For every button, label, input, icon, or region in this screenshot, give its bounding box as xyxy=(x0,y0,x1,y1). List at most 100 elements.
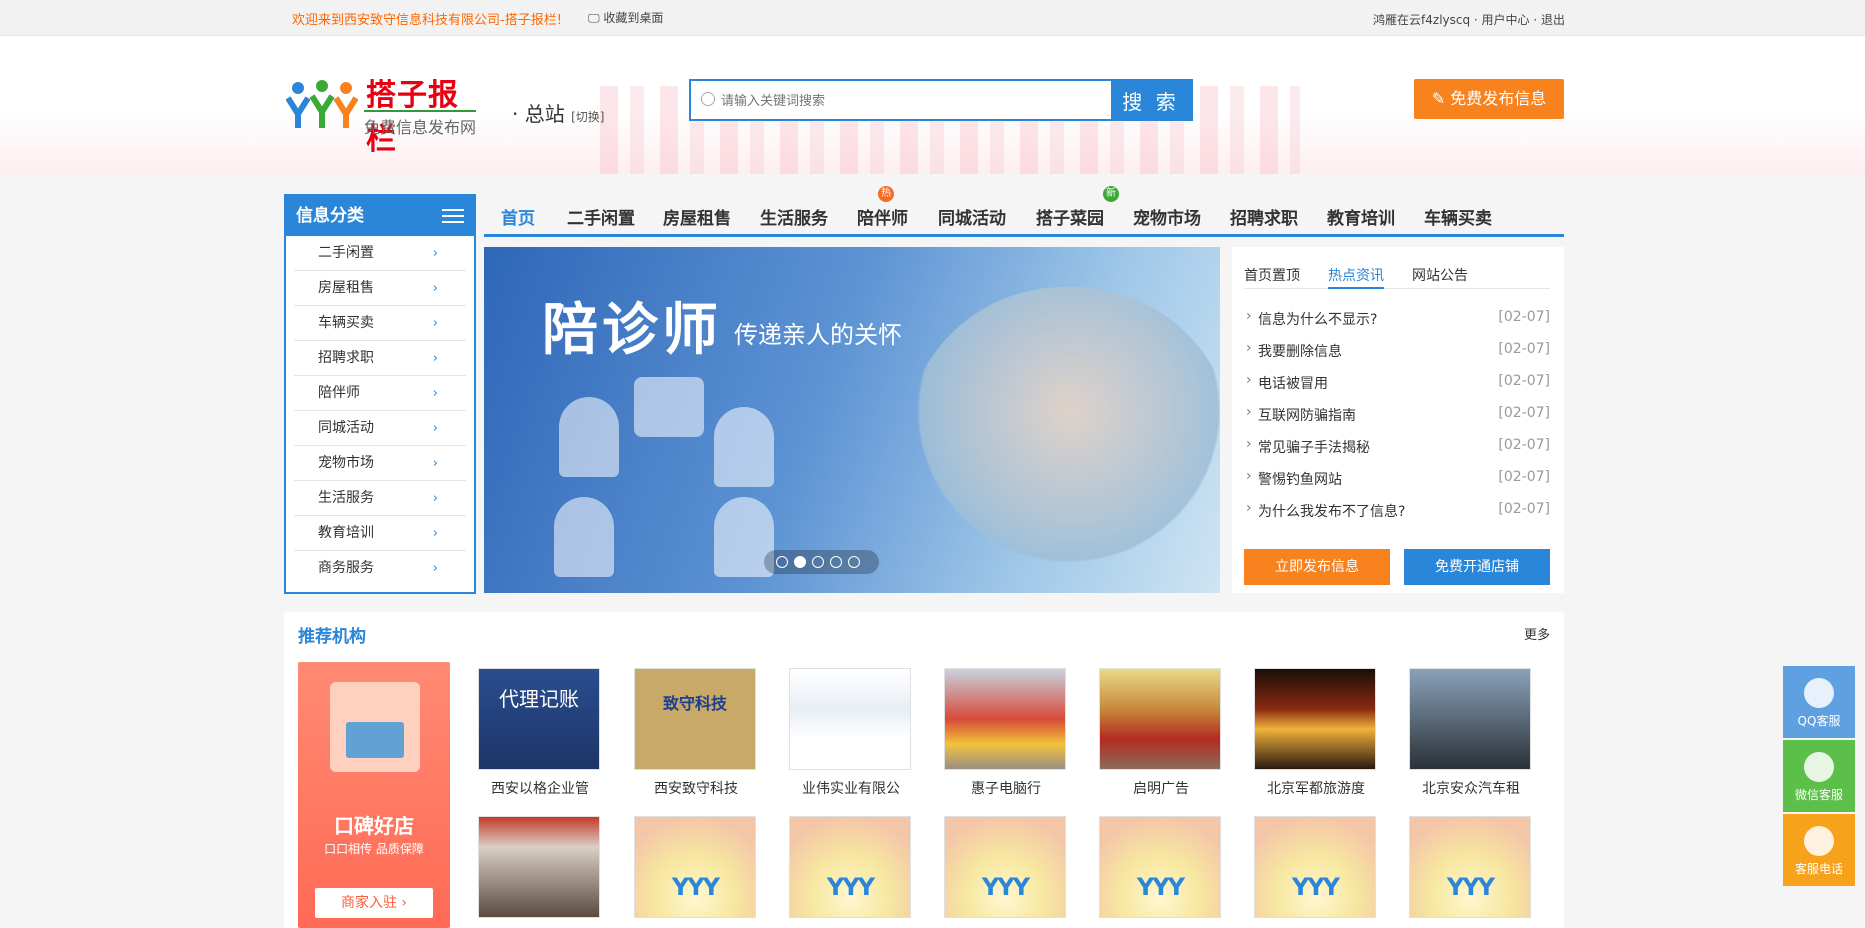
news-item[interactable]: 为什么我发布不了信息? [02-07] xyxy=(1244,500,1550,533)
org-card[interactable] xyxy=(789,816,913,918)
top-bar: 欢迎来到西安致守信息科技有限公司-搭子报栏! 🖵 收藏到桌面 鸿雁在云f4zly… xyxy=(0,0,1865,36)
nav-housing[interactable]: 房屋租售 xyxy=(663,204,731,229)
org-image xyxy=(1409,668,1531,770)
carousel-dot[interactable] xyxy=(776,556,788,568)
nav-vehicles[interactable]: 车辆买卖 xyxy=(1424,204,1492,229)
promo-card: 口碑好店 口口相传 品质保障 商家入驻 › xyxy=(298,662,450,928)
org-card[interactable]: 致守科技 西安致守科技 xyxy=(634,668,758,798)
news-date: [02-07] xyxy=(1498,501,1550,517)
nav-secondhand[interactable]: 二手闲置 xyxy=(567,204,635,229)
open-shop-button[interactable]: 免费开通店铺 xyxy=(1404,549,1550,585)
add-to-desktop-link[interactable]: 🖵 收藏到桌面 xyxy=(588,9,663,26)
org-card[interactable]: 代理记账 西安以格企业管 xyxy=(478,668,602,798)
nav-companion-label: 陪伴师 xyxy=(857,209,908,229)
org-card[interactable] xyxy=(1409,816,1533,918)
free-publish-button[interactable]: ✎ 免费发布信息 xyxy=(1414,79,1564,119)
more-link[interactable]: 更多 xyxy=(1524,624,1550,643)
carousel-dots xyxy=(764,550,879,574)
banner-tagline: 传递亲人的关怀 xyxy=(734,321,902,349)
category-item-label: 商务服务 xyxy=(318,560,374,576)
category-item[interactable]: 生活服务 › xyxy=(294,481,466,516)
user-links[interactable]: 鸿雁在云f4zlyscq · 用户中心 · 退出 xyxy=(1373,11,1565,28)
nav-pet-market[interactable]: 宠物市场 xyxy=(1133,204,1201,229)
org-name: 业伟实业有限公 xyxy=(802,781,900,797)
recommended-section: 推荐机构 更多 口碑好店 口口相传 品质保障 商家入驻 › 代理记账 西安以格企… xyxy=(284,612,1564,928)
banner-illustration xyxy=(554,497,614,577)
tab-hot-news[interactable]: 热点资讯 xyxy=(1328,265,1384,289)
category-item[interactable]: 陪伴师 › xyxy=(294,376,466,411)
news-title: 互联网防骗指南 xyxy=(1258,408,1356,424)
news-date: [02-07] xyxy=(1498,309,1550,325)
news-item[interactable]: 我要删除信息 [02-07] xyxy=(1244,340,1550,373)
placeholder-logo-image xyxy=(1099,816,1221,918)
nav-education[interactable]: 教育培训 xyxy=(1327,204,1395,229)
main-nav: 首页 二手闲置 房屋租售 生活服务 陪伴师 热 同城活动 搭子菜园 新 宠物市场 招… xyxy=(484,186,1564,237)
category-list: 二手闲置 › 房屋租售 › 车辆买卖 › 招聘求职 › 陪伴师 › 同城活动 › 宠物市场 ›… xyxy=(286,236,474,586)
chevron-right-icon: › xyxy=(432,281,438,296)
news-item[interactable]: 互联网防骗指南 [02-07] xyxy=(1244,404,1550,437)
carousel-dot[interactable] xyxy=(848,556,860,568)
publish-now-button[interactable]: 立即发布信息 xyxy=(1244,549,1390,585)
news-item[interactable]: 电话被冒用 [02-07] xyxy=(1244,372,1550,405)
nav-home[interactable]: 首页 xyxy=(501,204,535,229)
people-logo-icon xyxy=(286,80,358,128)
chevron-right-icon: › xyxy=(432,491,438,506)
news-item[interactable]: 信息为什么不显示? [02-07] xyxy=(1244,308,1550,341)
org-card[interactable] xyxy=(1254,816,1378,918)
hero-banner[interactable]: 陪诊师 传递亲人的关怀 xyxy=(484,247,1220,593)
search-input[interactable] xyxy=(721,81,1101,119)
org-card[interactable]: 北京安众汽车租 xyxy=(1409,668,1533,798)
category-item[interactable]: 招聘求职 › xyxy=(294,341,466,376)
category-item[interactable]: 二手闲置 › xyxy=(294,236,466,271)
category-item[interactable]: 房屋租售 › xyxy=(294,271,466,306)
org-image xyxy=(1254,668,1376,770)
placeholder-logo-image xyxy=(634,816,756,918)
nav-local-events[interactable]: 同城活动 xyxy=(938,204,1006,229)
org-card[interactable]: 惠子电脑行 xyxy=(944,668,1068,798)
news-item[interactable]: 常见骗子手法揭秘 [02-07] xyxy=(1244,436,1550,469)
nav-companion[interactable]: 陪伴师 热 xyxy=(857,186,908,229)
carousel-dot[interactable] xyxy=(812,556,824,568)
nav-life-service[interactable]: 生活服务 xyxy=(760,204,828,229)
tab-announcements[interactable]: 网站公告 xyxy=(1412,265,1468,289)
org-name: 惠子电脑行 xyxy=(971,781,1041,797)
tab-top-pinned[interactable]: 首页置顶 xyxy=(1244,265,1300,289)
news-item[interactable]: 警惕钓鱼网站 [02-07] xyxy=(1244,468,1550,501)
category-item[interactable]: 教育培训 › xyxy=(294,516,466,551)
org-card[interactable] xyxy=(1099,816,1223,918)
phone-service-button[interactable]: 客服电话 xyxy=(1783,814,1855,886)
carousel-dot[interactable] xyxy=(830,556,842,568)
category-item[interactable]: 同城活动 › xyxy=(294,411,466,446)
org-name: 北京安众汽车租 xyxy=(1422,781,1520,797)
category-item[interactable]: 车辆买卖 › xyxy=(294,306,466,341)
category-item-label: 车辆买卖 xyxy=(318,315,374,331)
carousel-dot-active[interactable] xyxy=(794,556,806,568)
org-card[interactable] xyxy=(944,816,1068,918)
org-name: 西安以格企业管 xyxy=(491,781,589,797)
station-switch-link[interactable]: [切换] xyxy=(571,110,604,124)
org-card[interactable] xyxy=(478,816,602,918)
news-title: 警惕钓鱼网站 xyxy=(1258,472,1342,488)
search-box: 搜 索 xyxy=(689,79,1193,121)
category-item[interactable]: 商务服务 › xyxy=(294,551,466,586)
wechat-service-button[interactable]: 微信客服 xyxy=(1783,740,1855,812)
org-card[interactable]: 启明广告 xyxy=(1099,668,1223,798)
welcome-link[interactable]: 欢迎来到西安致守信息科技有限公司-搭子报栏! xyxy=(292,9,562,28)
site-logo[interactable]: 搭子报栏 免费信息发布网 xyxy=(286,70,486,157)
org-card[interactable]: 业伟实业有限公 xyxy=(789,668,913,798)
qq-service-button[interactable]: QQ客服 xyxy=(1783,666,1855,738)
org-card[interactable]: 北京军都旅游度 xyxy=(1254,668,1378,798)
station-selector: · 总站 [切换] xyxy=(512,98,604,127)
nav-jobs[interactable]: 招聘求职 xyxy=(1230,204,1298,229)
merchant-join-button[interactable]: 商家入驻 › xyxy=(315,888,433,918)
edit-icon: ✎ xyxy=(1431,89,1451,108)
org-image: 致守科技 xyxy=(634,668,756,770)
org-card[interactable] xyxy=(634,816,758,918)
wechat-icon xyxy=(1804,752,1834,782)
search-button[interactable]: 搜 索 xyxy=(1111,81,1191,119)
nav-garden[interactable]: 搭子菜园 新 xyxy=(1036,186,1119,229)
category-item[interactable]: 宠物市场 › xyxy=(294,446,466,481)
storefront-icon xyxy=(330,682,420,772)
org-name: 西安致守科技 xyxy=(654,781,738,797)
news-date: [02-07] xyxy=(1498,341,1550,357)
